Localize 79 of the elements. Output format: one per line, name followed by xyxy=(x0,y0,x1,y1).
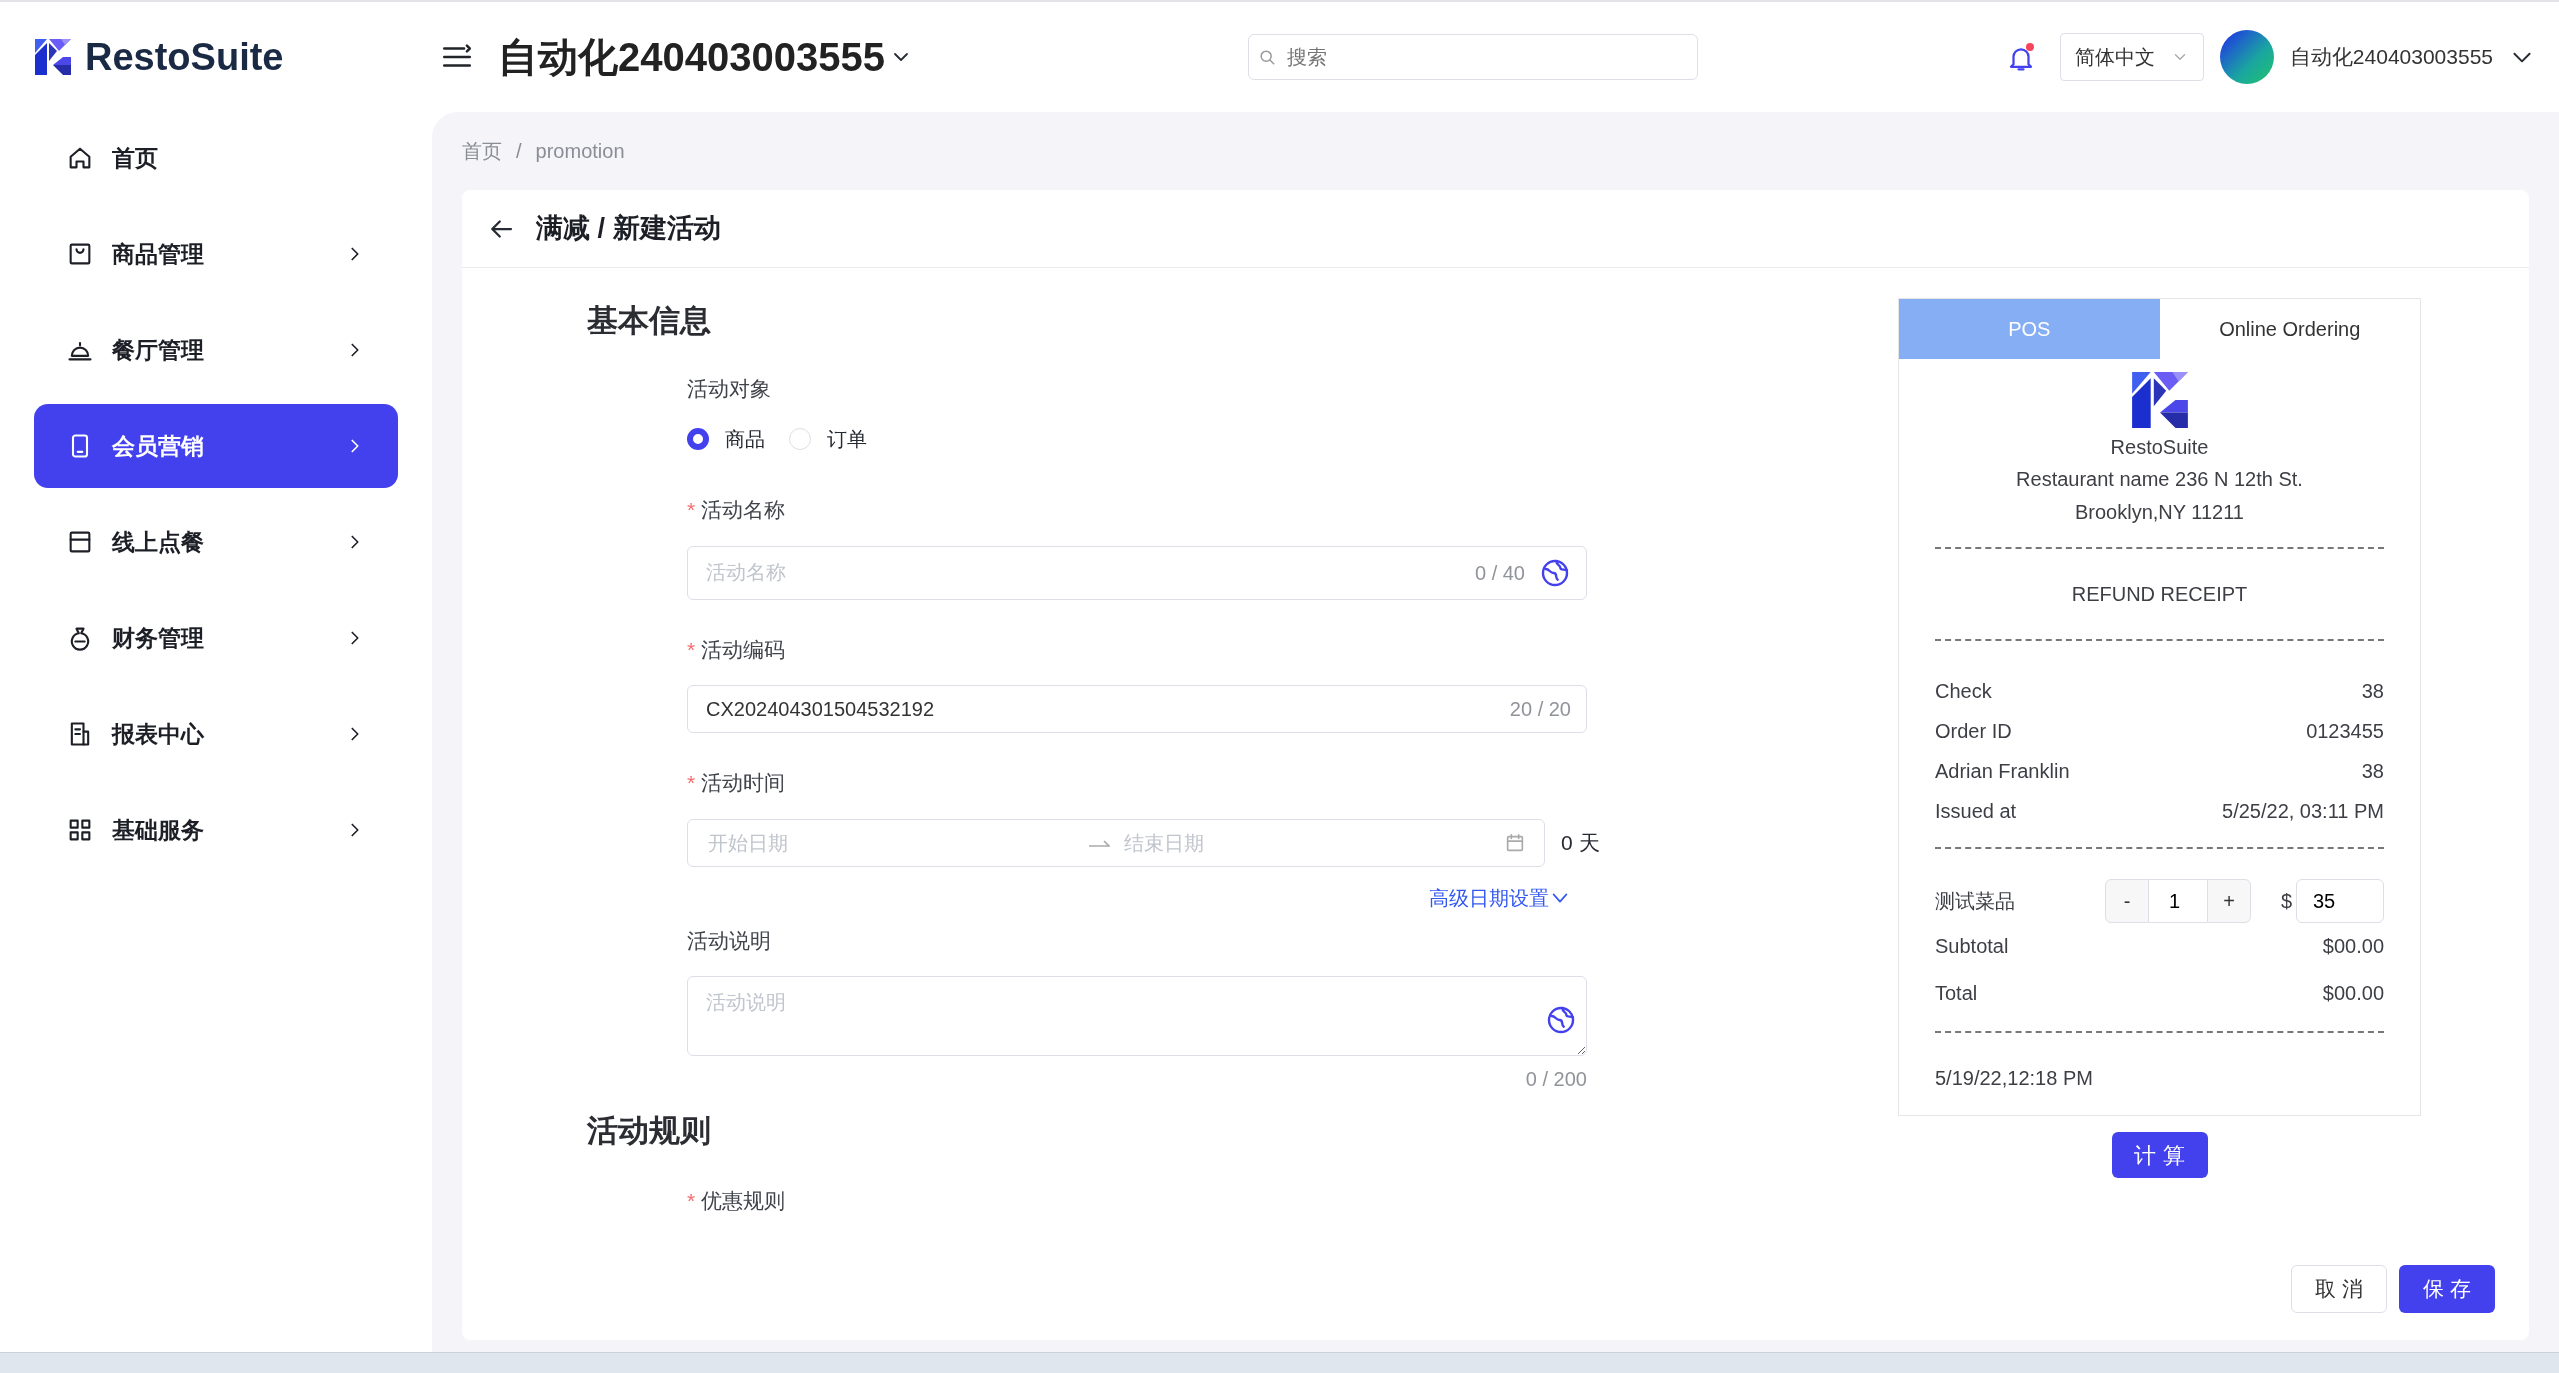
sidebar-label: 首页 xyxy=(112,143,158,173)
search-input[interactable]: 搜索 xyxy=(1284,41,1665,73)
receipt-value: $00.00 xyxy=(2322,981,2384,1006)
required-mark: * xyxy=(687,771,696,794)
section-title: 基本信息 xyxy=(587,302,712,340)
sidebar-item[interactable]: 首页 xyxy=(34,116,398,200)
avatar[interactable] xyxy=(2219,30,2274,84)
field-label: 活动说明 xyxy=(687,928,771,952)
sidebar-item[interactable]: 商品管理 xyxy=(34,212,398,296)
radio-button[interactable] xyxy=(687,428,709,450)
save-button[interactable]: 保 存 xyxy=(2399,1264,2495,1313)
char-counter: 20 / 20 xyxy=(1509,697,1571,722)
currency-symbol: $ xyxy=(2280,889,2292,914)
globe-icon[interactable] xyxy=(1545,1004,1577,1036)
sidebar-label: 基础服务 xyxy=(112,815,204,845)
receipt-label: Adrian Franklin xyxy=(1935,759,2070,784)
sidebar-label: 商品管理 xyxy=(112,239,204,269)
price-field[interactable]: 35 xyxy=(2296,879,2384,923)
quantity-field[interactable]: 1 xyxy=(2149,879,2207,923)
receipt-label: Order ID xyxy=(1935,719,2012,744)
sidebar-label: 财务管理 xyxy=(112,623,204,653)
receipt-address: Restaurant name 236 N 12th St. xyxy=(2016,467,2303,492)
end-date-input[interactable]: 结束日期 xyxy=(1122,826,1492,859)
receipt-value: $00.00 xyxy=(2322,934,2384,959)
minus-button[interactable]: - xyxy=(2105,879,2149,923)
receipt-label: Subtotal xyxy=(1935,934,2009,959)
receipt-value: 38 xyxy=(2361,759,2384,784)
radio-label: 商品 xyxy=(725,427,765,452)
sidebar-item[interactable]: 餐厅管理 xyxy=(34,308,398,392)
calculate-button[interactable]: 计 算 xyxy=(2111,1132,2208,1178)
receipt-label: Check xyxy=(1935,679,1992,704)
day-count: 0 天 xyxy=(1561,829,1600,856)
advanced-date-link[interactable]: 高级日期设置 xyxy=(1429,882,1571,913)
sidebar-item[interactable]: 财务管理 xyxy=(34,596,398,680)
plus-button[interactable]: + xyxy=(2207,879,2251,923)
receipt-address: Brooklyn,NY 11211 xyxy=(2075,500,2244,525)
sidebar-item[interactable]: 基础服务 xyxy=(34,788,398,872)
receipt-value: 0123455 xyxy=(2306,719,2384,744)
sidebar-label: 报表中心 xyxy=(112,719,204,749)
field-label: 优惠规则 xyxy=(701,1188,786,1212)
start-date-input[interactable]: 开始日期 xyxy=(706,826,1076,859)
receipt-timestamp: 5/19/22,12:18 PM xyxy=(1935,1066,2094,1091)
date-range-field[interactable]: 开始日期 结束日期 xyxy=(687,818,1545,867)
sidebar-item[interactable]: 会员营销 xyxy=(34,404,398,488)
field-label: 活动名称 xyxy=(701,498,786,521)
required-mark: * xyxy=(687,1188,696,1212)
logo-icon xyxy=(33,37,73,77)
calendar-icon xyxy=(1504,831,1526,854)
sidebar-item[interactable]: 报表中心 xyxy=(34,692,398,776)
section-title: 活动规则 xyxy=(587,1112,712,1150)
sidebar-label: 线上点餐 xyxy=(112,527,204,557)
receipt-label: Total xyxy=(1935,981,1978,1006)
radio-label: 订单 xyxy=(827,427,867,452)
receipt-value: 38 xyxy=(2361,679,2384,704)
breadcrumb-item: promotion xyxy=(535,139,625,164)
field-label: 活动编码 xyxy=(701,637,786,661)
breadcrumb-separator: / xyxy=(516,139,522,164)
char-counter: 0 / 40 xyxy=(1474,560,1525,586)
user-name[interactable]: 自动化240403003555 xyxy=(2289,41,2493,73)
receipt-brand: RestoSuite xyxy=(2110,435,2209,460)
field-label: 活动对象 xyxy=(687,375,772,402)
required-mark: * xyxy=(687,637,696,661)
text-area[interactable]: 活动说明 xyxy=(687,976,1587,1056)
item-name: 测试菜品 xyxy=(1935,889,2016,914)
char-counter: 0 / 200 xyxy=(1525,1068,1587,1090)
search-field[interactable]: 搜索 xyxy=(1247,34,1698,80)
receipt-title: REFUND RECEIPT xyxy=(2071,583,2248,605)
receipt-value: 5/25/22, 03:11 PM xyxy=(2222,799,2384,824)
receipt-label: Issued at xyxy=(1935,799,2017,824)
sidebar-item[interactable]: 线上点餐 xyxy=(34,500,398,584)
language-select[interactable]: 简体中文 xyxy=(2059,33,2204,81)
cancel-button[interactable]: 取 消 xyxy=(2291,1264,2387,1313)
required-mark: * xyxy=(687,498,696,521)
sidebar-label: 餐厅管理 xyxy=(112,335,204,365)
field-label: 活动时间 xyxy=(701,771,786,794)
store-name[interactable]: 自动化240403003555 xyxy=(498,27,885,87)
page-title: 满减 / 新建活动 xyxy=(536,212,721,246)
sidebar-label: 会员营销 xyxy=(112,431,204,461)
brand-name: RestoSuite xyxy=(85,34,284,80)
